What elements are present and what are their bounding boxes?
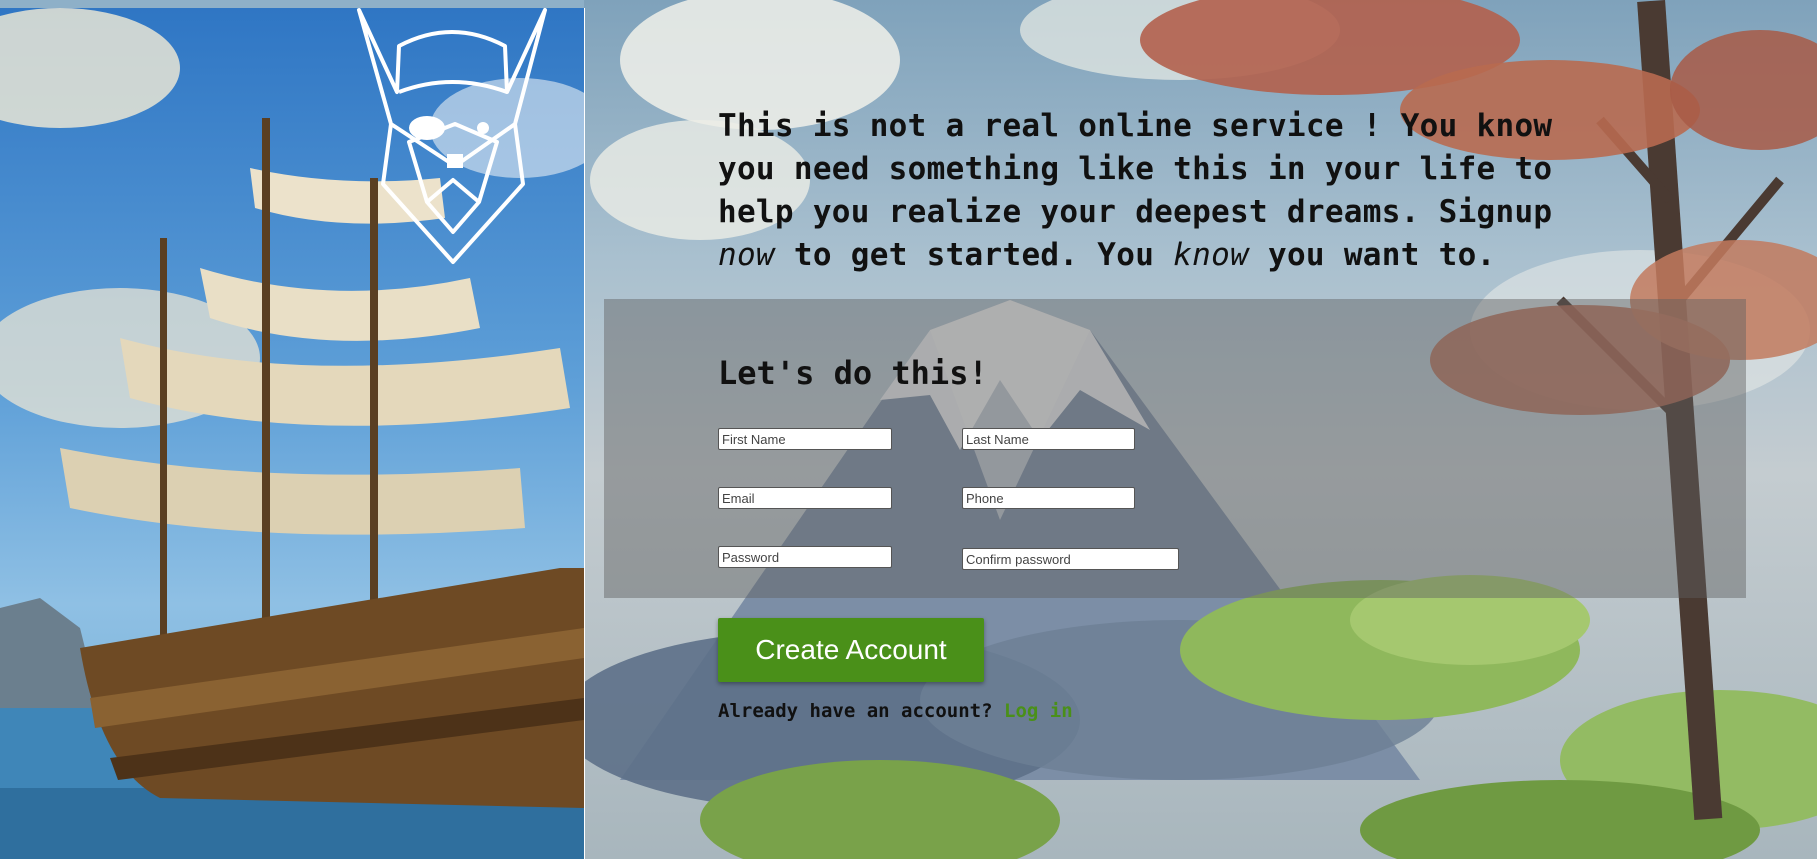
- last-name-input[interactable]: [962, 428, 1135, 450]
- login-prompt: Already have an account? Log in: [718, 700, 1073, 722]
- intro-text: This is not a real online service ! You …: [718, 105, 1578, 277]
- first-name-input[interactable]: [718, 428, 892, 450]
- create-account-button[interactable]: Create Account: [718, 618, 984, 682]
- login-link[interactable]: Log in: [1004, 700, 1073, 722]
- form-title: Let's do this!: [718, 354, 988, 392]
- intro-emphasis-now: now: [718, 237, 775, 273]
- phone-input[interactable]: [962, 487, 1135, 509]
- login-prompt-text: Already have an account?: [718, 700, 993, 722]
- viking-helmet-logo-icon: [357, 8, 547, 264]
- intro-emphasis-know: know: [1173, 237, 1250, 273]
- intro-part-3: you want to.: [1267, 237, 1496, 273]
- intro-part-1: This is not a real online service ! You …: [718, 108, 1553, 230]
- confirm-password-input[interactable]: [962, 548, 1179, 570]
- password-input[interactable]: [718, 546, 892, 568]
- email-input[interactable]: [718, 487, 892, 509]
- intro-part-2: to get started. You: [793, 237, 1155, 273]
